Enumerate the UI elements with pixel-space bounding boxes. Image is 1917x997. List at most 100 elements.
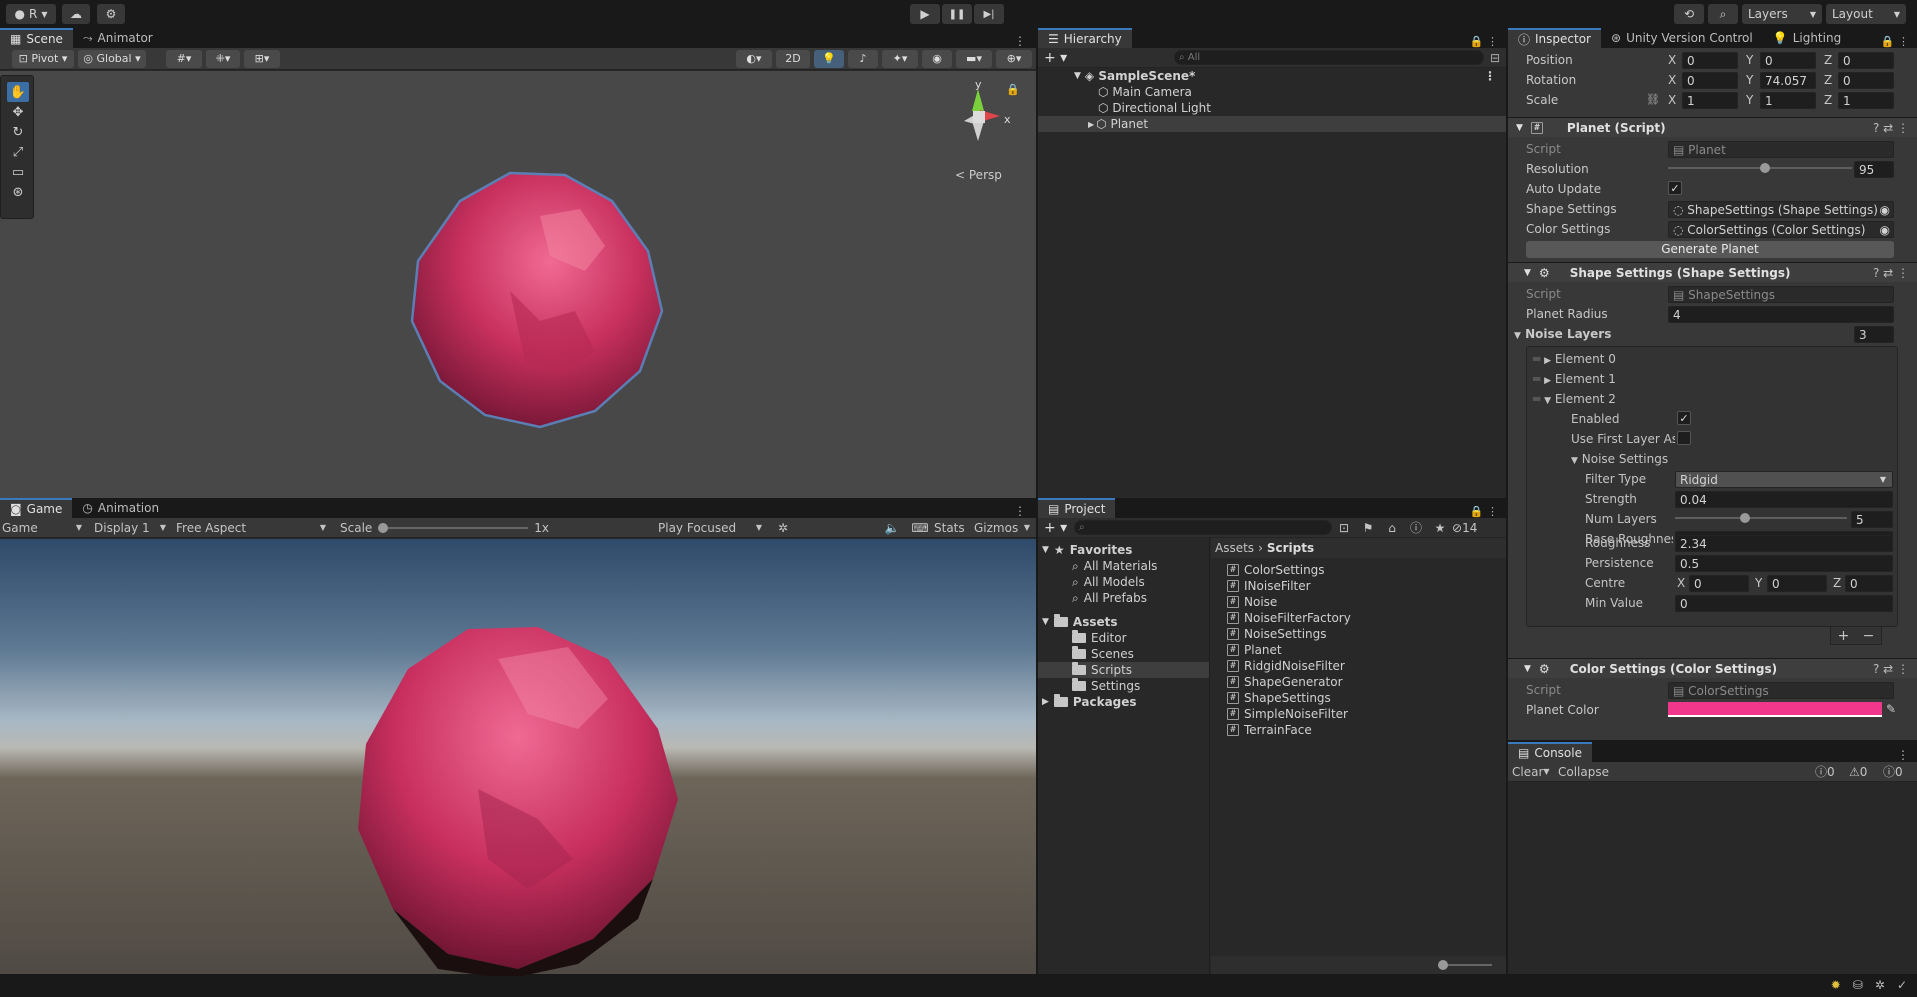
visibility-toggle[interactable]: ◉ bbox=[922, 49, 952, 68]
transform-tool-icon[interactable]: ⊛ bbox=[7, 182, 29, 202]
grid-snap-button[interactable]: # ▾ bbox=[166, 49, 202, 68]
audio-toggle[interactable]: ♪ bbox=[848, 49, 878, 68]
play-mode-dropdown[interactable]: Play Focused ▼ bbox=[658, 521, 768, 535]
tab-hierarchy[interactable]: ☰ Hierarchy bbox=[1038, 28, 1132, 48]
create-asset-button[interactable]: + ▾ bbox=[1038, 520, 1074, 536]
hierarchy-search-input[interactable]: ⌕ All bbox=[1174, 50, 1484, 65]
component-menu-icon[interactable]: ? ⇄ ⋮ bbox=[1873, 121, 1909, 135]
script-file-item[interactable]: # ColorSettings bbox=[1227, 562, 1325, 578]
lock-icon[interactable]: 🔒 bbox=[1006, 83, 1020, 96]
folder-scenes[interactable]: Scenes bbox=[1072, 646, 1134, 662]
tab-project[interactable]: ▤ Project bbox=[1038, 498, 1116, 518]
effects-toggle[interactable]: ✦ ▾ bbox=[882, 49, 918, 68]
folder-scripts[interactable]: Scripts bbox=[1038, 662, 1209, 678]
color-settings-field[interactable]: ◌ ColorSettings (Color Settings) ◉ bbox=[1668, 221, 1894, 238]
project-search-input[interactable]: ⌕ bbox=[1074, 520, 1332, 535]
gizmos-button[interactable]: ⊕ ▾ bbox=[996, 49, 1032, 68]
clear-dropdown[interactable]: Clear ▼ bbox=[1508, 765, 1552, 779]
script-file-item[interactable]: # TerrainFace bbox=[1227, 722, 1312, 738]
color-settings-header[interactable]: ▼ ⚙ Color Settings (Color Settings) ? ⇄ … bbox=[1508, 658, 1917, 678]
eyedropper-icon[interactable]: ✎ bbox=[1886, 702, 1896, 716]
strength-field[interactable]: 0.04 bbox=[1675, 491, 1893, 508]
persistence-field[interactable]: 0.5 bbox=[1675, 555, 1893, 572]
lock-icon[interactable]: 🔒 ⋮ bbox=[1470, 505, 1506, 518]
script-file-item[interactable]: # ShapeGenerator bbox=[1227, 674, 1343, 690]
scene-viewport[interactable]: ✋ ✥ ↻ ⤢ ▭ ⊛ y x 🔒 < Persp bbox=[0, 71, 1036, 498]
noise-settings-foldout[interactable]: ▼ Noise Settings bbox=[1571, 452, 1668, 466]
global-dropdown[interactable]: ◎ Global ▾ bbox=[78, 49, 146, 68]
more-menu-icon[interactable]: ⋮ bbox=[1897, 748, 1917, 762]
breadcrumb-assets[interactable]: Assets bbox=[1215, 541, 1254, 555]
scene-root[interactable]: ▼ ◈ SampleScene* ⋮ bbox=[1038, 68, 1506, 84]
use-first-layer-checkbox[interactable] bbox=[1677, 431, 1691, 445]
icon-size-slider-knob[interactable] bbox=[1438, 960, 1448, 970]
scale-x-field[interactable]: 1 bbox=[1682, 92, 1738, 109]
script-file-item[interactable]: # INoiseFilter bbox=[1227, 578, 1311, 594]
scale-tool-icon[interactable]: ⤢ bbox=[7, 142, 29, 162]
script-file-item[interactable]: # SimpleNoiseFilter bbox=[1227, 706, 1348, 722]
warning-filter-button[interactable]: ⚠0 bbox=[1849, 765, 1883, 779]
tab-lighting[interactable]: 💡 Lighting bbox=[1763, 28, 1851, 48]
pause-button[interactable]: ❚❚ bbox=[942, 4, 972, 24]
hand-tool-icon[interactable]: ✋ bbox=[7, 82, 29, 102]
layers-dropdown[interactable]: Layers ▼ bbox=[1742, 4, 1822, 24]
filter-type-dropdown[interactable]: Ridgid ▼ bbox=[1675, 471, 1893, 488]
folder-settings[interactable]: Settings bbox=[1072, 678, 1140, 694]
component-menu-icon[interactable]: ? ⇄ ⋮ bbox=[1873, 662, 1909, 676]
min-value-field[interactable]: 0 bbox=[1675, 595, 1893, 612]
breadcrumb-scripts[interactable]: Scripts bbox=[1267, 541, 1314, 555]
object-picker-icon[interactable]: ◉ bbox=[1880, 223, 1890, 237]
add-element-icon[interactable]: + bbox=[1838, 628, 1850, 644]
scale-z-field[interactable]: 1 bbox=[1838, 92, 1894, 109]
more-menu-icon[interactable]: ⋮ bbox=[1014, 34, 1036, 48]
tab-animator[interactable]: ⤳ Animator bbox=[73, 28, 163, 48]
centre-y-field[interactable]: 0 bbox=[1767, 575, 1827, 592]
link-icon[interactable]: ⛓ bbox=[1646, 93, 1660, 106]
auto-update-checkbox[interactable]: ✓ bbox=[1668, 181, 1682, 195]
expand-arrow-icon[interactable]: ▶ bbox=[1088, 120, 1094, 129]
tab-scene[interactable]: ▦ Scene bbox=[0, 28, 73, 48]
noise-layers-count-field[interactable]: 3 bbox=[1854, 326, 1894, 343]
search-button[interactable]: ⌕ bbox=[1708, 4, 1738, 24]
planet-color-swatch[interactable] bbox=[1668, 702, 1882, 717]
num-layers-slider[interactable] bbox=[1675, 513, 1847, 523]
hidden-packages-toggle[interactable]: ⊘14 bbox=[1452, 521, 1486, 535]
script-file-item[interactable]: # RidgidNoiseFilter bbox=[1227, 658, 1345, 674]
collapse-button[interactable]: Collapse bbox=[1552, 765, 1612, 779]
favorite-all-materials[interactable]: ⌕ All Materials bbox=[1072, 558, 1157, 574]
game-viewport[interactable] bbox=[0, 539, 1036, 979]
favorite-all-prefabs[interactable]: ⌕ All Prefabs bbox=[1072, 590, 1147, 606]
rotation-x-field[interactable]: 0 bbox=[1682, 72, 1738, 89]
position-z-field[interactable]: 0 bbox=[1838, 52, 1894, 69]
star-icon[interactable]: ★ bbox=[1428, 521, 1452, 535]
step-button[interactable]: ▶| bbox=[974, 4, 1004, 24]
resolution-field[interactable]: 95 bbox=[1854, 161, 1894, 178]
tab-game[interactable]: ◙ Game bbox=[0, 498, 73, 518]
play-button[interactable]: ▶ bbox=[910, 4, 940, 24]
position-y-field[interactable]: 0 bbox=[1760, 52, 1816, 69]
snap-increment-button[interactable]: ⁜ ▾ bbox=[206, 49, 240, 68]
stats-button[interactable]: Stats bbox=[934, 521, 974, 535]
generate-planet-button[interactable]: Generate Planet bbox=[1526, 241, 1894, 258]
hierarchy-item-planet[interactable]: ▶ ⬡ Planet bbox=[1038, 116, 1506, 132]
mute-audio-icon[interactable]: 🔈 bbox=[878, 521, 906, 535]
rotation-z-field[interactable]: 0 bbox=[1838, 72, 1894, 89]
lighting-toggle[interactable]: 💡 bbox=[814, 49, 844, 68]
cloud-button[interactable]: ☁ bbox=[62, 4, 90, 24]
favorite-all-models[interactable]: ⌕ All Models bbox=[1072, 574, 1145, 590]
label-icon[interactable]: ⌂ bbox=[1380, 521, 1404, 535]
shading-mode-button[interactable]: ◐ ▾ bbox=[736, 49, 772, 68]
script-file-item[interactable]: # NoiseSettings bbox=[1227, 626, 1327, 642]
favorites-node[interactable]: ▼ ★ Favorites bbox=[1042, 542, 1132, 558]
add-object-button[interactable]: + ▾ bbox=[1038, 50, 1074, 66]
search-type-icon[interactable]: ⊡ bbox=[1332, 521, 1356, 535]
rotation-y-field[interactable]: 74.057 bbox=[1760, 72, 1816, 89]
history-button[interactable]: ⟲ bbox=[1674, 4, 1704, 24]
component-menu-icon[interactable]: ? ⇄ ⋮ bbox=[1873, 266, 1909, 280]
hierarchy-item-main-camera[interactable]: ⬡ Main Camera bbox=[1038, 84, 1506, 100]
script-file-item[interactable]: # ShapeSettings bbox=[1227, 690, 1331, 706]
resolution-slider[interactable] bbox=[1668, 163, 1852, 173]
icon-size-slider[interactable] bbox=[1442, 964, 1492, 966]
planet-script-header[interactable]: ▼ # Planet (Script) ? ⇄ ⋮ bbox=[1508, 117, 1917, 137]
element-2-foldout[interactable]: ═ ▼ Element 2 bbox=[1533, 392, 1616, 406]
